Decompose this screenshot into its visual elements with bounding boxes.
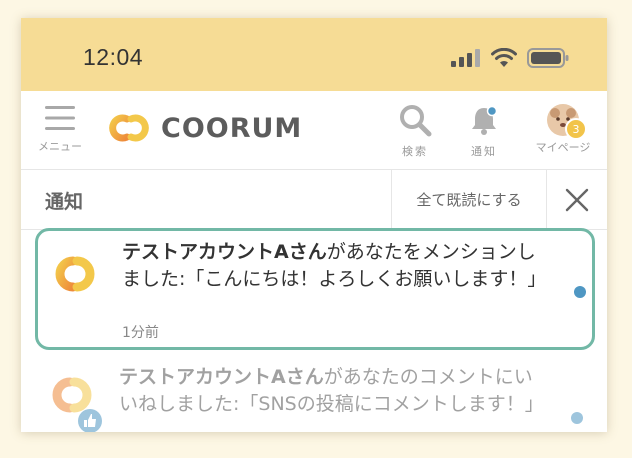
app-header: メニュー COORUM 検索 通知 3 マイページ [21, 91, 607, 170]
notification-actor: テストアカウントAさん [122, 241, 327, 263]
notification-subheader: 通知 全て既読にする [21, 170, 607, 230]
close-button[interactable] [546, 170, 607, 229]
coorum-avatar [44, 251, 106, 301]
menu-label: メニュー [38, 140, 82, 153]
menu-button[interactable]: メニュー [33, 105, 87, 154]
coorum-logo-icon [55, 256, 95, 292]
notification-item[interactable]: テストアカウントAさんがあなたのコメントにいいねしました:「SNSの投稿にコメン… [35, 358, 595, 432]
status-time: 12:04 [83, 44, 144, 70]
notification-text: テストアカウントAさんがあなたのコメントにいいねしました:「SNSの投稿にコメン… [119, 364, 549, 418]
unread-dot [571, 412, 583, 424]
notification-text: テストアカウントAさんがあなたをメンションしました:「こんにちは！よろしくお願い… [122, 239, 552, 293]
notification-item[interactable]: テストアカウントAさんがあなたをメンションしました:「こんにちは！よろしくお願い… [35, 228, 595, 350]
coorum-logo[interactable]: COORUM [105, 111, 302, 145]
notification-actor: テストアカウントAさん [119, 366, 324, 388]
battery-icon [527, 48, 569, 68]
wifi-icon [491, 48, 517, 67]
mypage-label: マイページ [535, 141, 591, 154]
notify-label: 通知 [471, 145, 497, 158]
mypage-button[interactable]: 3 マイページ [526, 103, 600, 155]
signal-icon [451, 49, 480, 67]
status-bar: 12:04 [21, 18, 607, 91]
logo-text: COORUM [161, 112, 303, 144]
notification-button[interactable]: 通知 [456, 103, 512, 159]
search-button[interactable]: 検索 [387, 103, 443, 159]
search-icon [400, 105, 432, 137]
mark-all-read-button[interactable]: 全て既読にする [391, 170, 547, 229]
coorum-logo-icon [109, 114, 149, 142]
close-icon [565, 188, 588, 211]
search-label: 検索 [402, 145, 428, 158]
status-icons [451, 48, 569, 68]
page-title: 通知 [45, 191, 84, 213]
notification-time: 1分前 [122, 325, 159, 341]
bell-icon [472, 105, 498, 135]
unread-dot [574, 286, 586, 298]
mypage-badge: 3 [565, 118, 587, 140]
coorum-avatar [41, 372, 103, 432]
phone-screen: 12:04 メニュー COORUM 検索 通知 3 マイページ 通知 全て既読に… [21, 18, 607, 432]
thumbs-up-icon [78, 409, 102, 432]
hamburger-icon [45, 106, 75, 130]
